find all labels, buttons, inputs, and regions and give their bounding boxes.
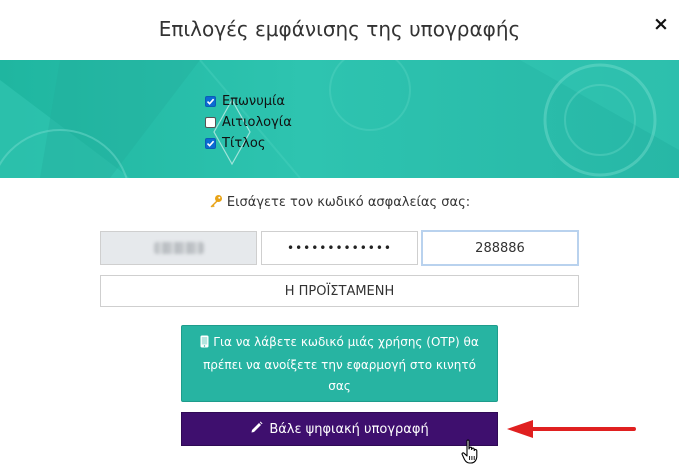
username-field[interactable]: [100, 231, 257, 265]
decorative-banner: [0, 60, 679, 178]
otp-info-button[interactable]: Για να λάβετε κωδικό μιάς χρήσης (OTP) θ…: [181, 325, 498, 402]
pencil-icon: [250, 421, 263, 438]
otp-info-text: Για να λάβετε κωδικό μιάς χρήσης (OTP) θ…: [203, 335, 479, 393]
red-arrow-annotation: [507, 420, 636, 438]
option-row[interactable]: Αιτιολογία: [205, 112, 292, 133]
option-row[interactable]: Επωνυμία: [205, 91, 292, 112]
checkbox-reason[interactable]: [205, 117, 216, 128]
checkbox-title[interactable]: [205, 138, 216, 149]
display-options: Επωνυμία Αιτιολογία Τίτλος: [205, 91, 292, 154]
option-row[interactable]: Τίτλος: [205, 133, 292, 154]
signer-name-field[interactable]: Η ΠΡΟΪΣΤΑΜΕΝΗ: [100, 275, 579, 307]
digital-sign-button[interactable]: Βάλε ψηφιακή υπογραφή: [181, 412, 498, 446]
security-code-input[interactable]: 288886: [421, 230, 579, 266]
hand-pointer-icon: [461, 439, 478, 464]
checkbox-company-name[interactable]: [205, 96, 216, 107]
checkbox-label: Τίτλος: [222, 136, 266, 151]
security-code-prompt: Εισάγετε τον κωδικό ασφαλείας σας:: [0, 194, 679, 212]
key-icon: [209, 194, 223, 212]
mobile-phone-icon: [200, 334, 209, 355]
checkbox-label: Αιτιολογία: [222, 115, 292, 130]
password-field[interactable]: •••••••••••••: [261, 231, 418, 265]
dialog-title: Επιλογές εμφάνισης της υπογραφής: [158, 17, 521, 41]
sign-button-label: Βάλε ψηφιακή υπογραφή: [269, 421, 429, 437]
close-button[interactable]: ×: [652, 13, 670, 35]
checkbox-label: Επωνυμία: [222, 94, 285, 109]
blurred-username: [153, 242, 204, 254]
prompt-text: Εισάγετε τον κωδικό ασφαλείας σας:: [226, 195, 471, 210]
